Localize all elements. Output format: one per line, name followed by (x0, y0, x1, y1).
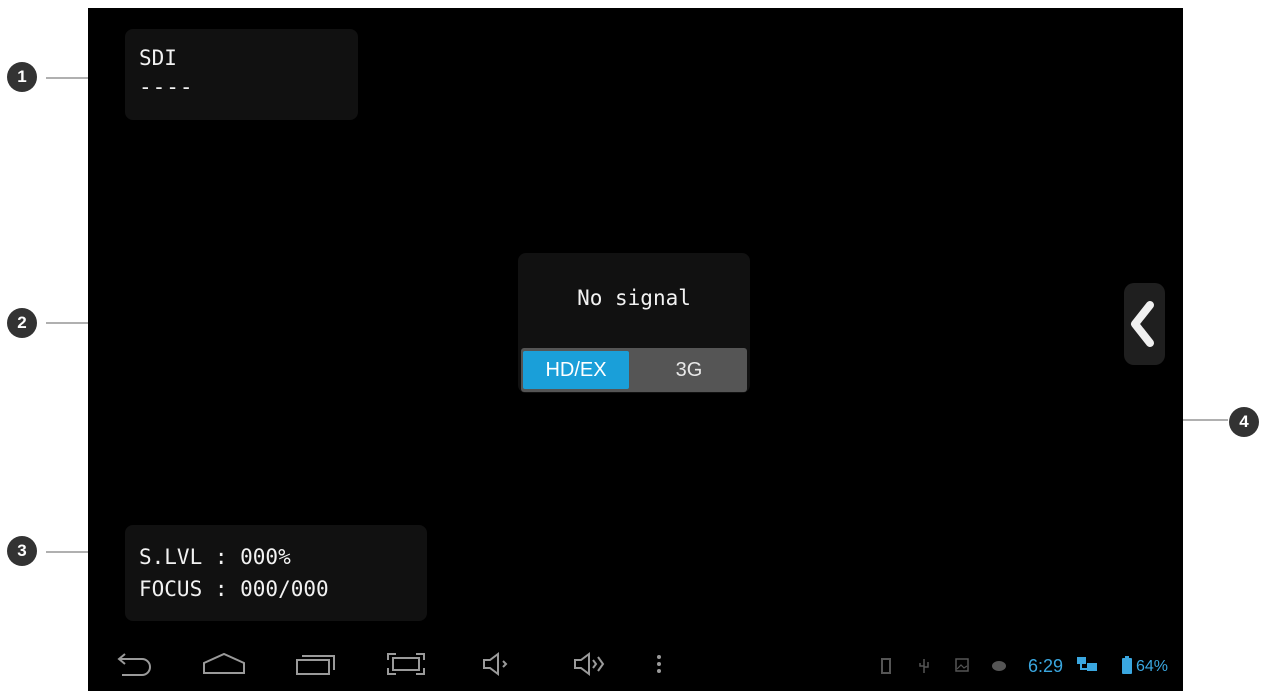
sdi-format-value: ---- (139, 75, 194, 99)
no-signal-message: No signal (577, 286, 691, 310)
chevron-left-icon (1131, 301, 1154, 347)
device-screen: SDI ---- No signal HD/EX 3G S.LVL : 000%… (88, 8, 1183, 691)
side-menu-tab[interactable] (1124, 283, 1165, 365)
signal-mode-toggle[interactable]: HD/EX 3G (521, 348, 747, 392)
network-icon (1077, 657, 1097, 671)
focus-readout: FOCUS : 000/000 (139, 577, 329, 601)
callout-1: 1 (7, 62, 37, 92)
battery-icon (1122, 656, 1132, 674)
android-icon (992, 661, 1006, 671)
callout-4: 4 (1229, 407, 1259, 437)
signal-panel: No signal HD/EX 3G (518, 253, 750, 393)
screenshot-icon[interactable] (386, 652, 426, 676)
hd-ex-option[interactable]: HD/EX (523, 351, 629, 389)
back-icon[interactable] (114, 652, 154, 676)
sdi-input-panel[interactable]: SDI ---- (125, 29, 358, 120)
recent-apps-icon[interactable] (295, 652, 337, 676)
volume-down-icon[interactable] (481, 652, 513, 676)
sdi-title: SDI (139, 46, 177, 70)
battery-percentage: 64% (1136, 658, 1169, 675)
status-clock: 6:29 (1028, 656, 1064, 676)
callout-2: 2 (7, 308, 37, 338)
level-focus-panel: S.LVL : 000% FOCUS : 000/000 (125, 525, 427, 621)
callout-3: 3 (7, 536, 37, 566)
3g-option[interactable]: 3G (631, 348, 747, 392)
menu-icon[interactable] (654, 652, 664, 676)
image-icon (955, 658, 969, 672)
home-icon[interactable] (202, 652, 246, 676)
signal-level-readout: S.LVL : 000% (139, 545, 291, 569)
sd-card-icon (881, 658, 891, 674)
usb-icon (919, 659, 929, 673)
volume-up-icon[interactable] (572, 652, 608, 676)
system-navigation-bar: 6:29 64% (88, 636, 1183, 691)
